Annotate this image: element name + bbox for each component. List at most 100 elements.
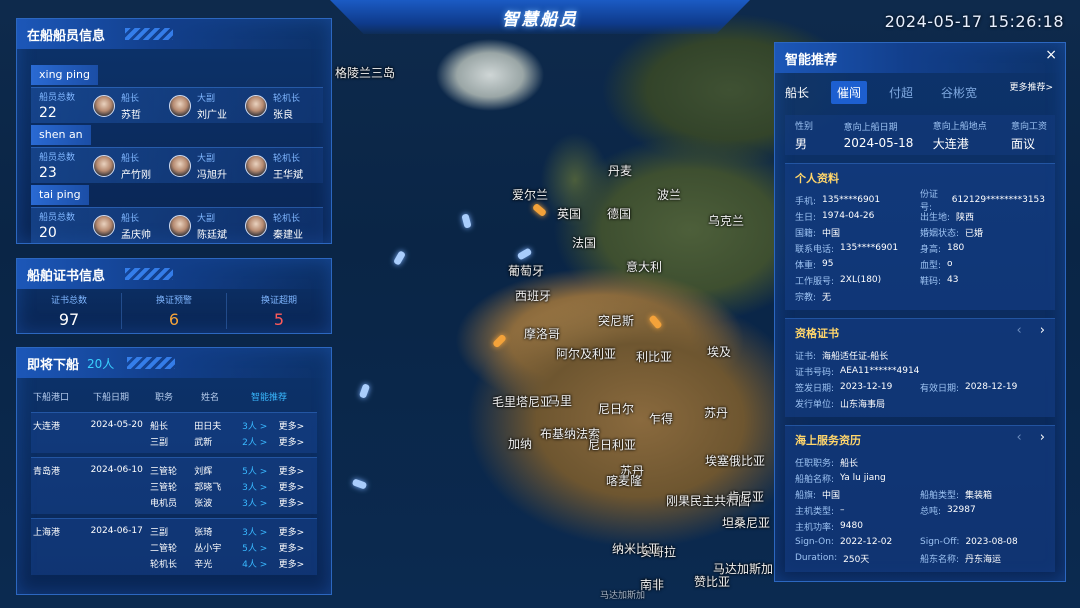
recommend-link[interactable]: 3人 > — [242, 496, 278, 509]
chevron-left-icon[interactable]: ‹ — [1016, 430, 1021, 445]
stat-cert-total[interactable]: 证书总数 97 — [17, 293, 122, 329]
map-label: 摩洛哥 — [524, 327, 561, 341]
recommend-link[interactable]: 5人 > — [242, 541, 278, 554]
cert-field: 有效日期: 2028-12-19 — [920, 382, 1018, 394]
name-cell: 田日夫 — [194, 421, 222, 432]
disembark-group: 大连港 2024-05-20 船长 田日夫 3人 > 更多> 三副 武新 2人 … — [31, 412, 317, 453]
ship-crew-block[interactable]: tai ping 船员总数 20 船长 孟庆帅 大副 陈廷斌 轮机长 秦建业 — [31, 183, 323, 243]
avatar — [93, 214, 115, 237]
more-link[interactable]: 更多> — [279, 541, 317, 554]
tab-candidate[interactable]: 谷彬宽 — [935, 81, 983, 104]
crew-role: 大副 — [197, 153, 216, 164]
tab-candidate[interactable]: 催闯 — [831, 80, 868, 104]
chevron-left-icon[interactable]: ‹ — [1016, 323, 1021, 338]
crew-member[interactable]: 船长 孟庆帅 — [93, 211, 169, 241]
ship-marker[interactable] — [648, 314, 663, 330]
chevron-right-icon[interactable]: › — [1040, 323, 1045, 338]
map-label: 格陵兰三岛 — [335, 66, 396, 80]
crew-role: 轮机长 — [273, 213, 301, 224]
recommend-link[interactable]: 4人 > — [242, 557, 278, 570]
ship-marker[interactable] — [492, 333, 507, 349]
crew-member[interactable]: 轮机长 张良 — [245, 91, 321, 121]
ship-crew-block[interactable]: shen an 船员总数 23 船长 产竹刚 大副 冯旭升 轮机长 王华斌 — [31, 123, 323, 183]
map-label: 尼日利亚 — [588, 438, 637, 452]
ship-crew-row: 船员总数 23 船长 产竹刚 大副 冯旭升 轮机长 王华斌 — [31, 147, 323, 183]
map-label: 阿尔及利亚 — [556, 347, 617, 361]
more-link[interactable]: 更多> — [279, 557, 317, 570]
service-field: Sign-Off: 2023-08-08 — [920, 537, 1018, 547]
intent-label: 性别 — [795, 121, 814, 132]
ship-marker[interactable] — [351, 478, 368, 490]
crew-total-label: 船员总数 — [39, 153, 76, 163]
map-label: 法国 — [572, 236, 597, 250]
crew-member[interactable]: 大副 刘广业 — [169, 91, 245, 121]
role-cell: 二管轮 — [150, 543, 178, 554]
ship-crew-row: 船员总数 20 船长 孟庆帅 大副 陈廷斌 轮机长 秦建业 — [31, 207, 323, 243]
name-cell: 丛小宇 — [194, 543, 222, 554]
crew-name: 刘广业 — [197, 109, 227, 121]
map-label: 爱尔兰 — [512, 188, 549, 202]
stat-renewal-warning[interactable]: 换证预警 6 — [122, 293, 227, 329]
recommend-link[interactable]: 3人 > — [242, 419, 278, 432]
stat-renewal-overdue[interactable]: 换证超期 5 — [227, 293, 331, 329]
crew-member[interactable]: 轮机长 王华斌 — [245, 151, 321, 181]
more-link[interactable]: 更多> — [279, 496, 317, 509]
crew-name: 王华斌 — [273, 169, 303, 181]
crew-name: 秦建业 — [273, 229, 303, 241]
tab-candidate[interactable]: 付超 — [883, 81, 919, 104]
service-field: 船东名称: 丹东海运 — [920, 554, 1002, 565]
ship-marker[interactable] — [358, 383, 371, 399]
ship-marker[interactable] — [516, 247, 533, 261]
ship-marker[interactable] — [531, 202, 548, 218]
profile-field: 出生地: 陕西 — [920, 212, 975, 223]
more-recommend-link[interactable]: 更多推荐> — [1009, 80, 1053, 93]
name-cell: 张琦 — [194, 527, 213, 538]
intent-value: 面议 — [1010, 136, 1035, 151]
recommend-link[interactable]: 5人 > — [242, 464, 278, 477]
column-header: 姓名 — [201, 392, 220, 403]
role-cell: 轮机长 — [150, 559, 178, 570]
crew-role: 船长 — [121, 153, 140, 164]
more-link[interactable]: 更多> — [279, 435, 317, 448]
certificate-panel: 船舶证书信息 证书总数 97 换证预警 6 换证超期 5 — [16, 258, 332, 334]
ship-marker[interactable] — [461, 213, 472, 229]
ship-crew-block[interactable]: xing ping 船员总数 22 船长 苏哲 大副 刘广业 轮机长 张良 — [31, 63, 323, 123]
close-icon[interactable]: × — [1045, 47, 1057, 63]
crew-member[interactable]: 轮机长 秦建业 — [245, 211, 321, 241]
crew-member[interactable]: 大副 陈廷斌 — [169, 211, 245, 241]
more-link[interactable]: 更多> — [279, 525, 317, 538]
more-link[interactable]: 更多> — [279, 480, 317, 493]
more-link[interactable]: 更多> — [279, 464, 317, 477]
map-label: 毛里塔尼亚 — [492, 395, 553, 409]
map-label: 尼日尔 — [598, 402, 635, 416]
ship-marker[interactable] — [392, 250, 407, 266]
crew-member[interactable]: 船长 产竹刚 — [93, 151, 169, 181]
more-link[interactable]: 更多> — [279, 419, 317, 432]
intent-board-date: 意向上船日期 2024-05-18 — [834, 120, 923, 150]
chevron-right-icon[interactable]: › — [1040, 430, 1045, 445]
intent-salary: 意向工资 面议 — [1001, 119, 1055, 152]
column-header: 职务 — [155, 392, 174, 403]
crew-total-label: 船员总数 — [39, 93, 76, 103]
date-cell: 2024-05-20 — [90, 420, 143, 430]
service-field: Duration: 250天 — [795, 553, 870, 565]
crew-member[interactable]: 船长 苏哲 — [93, 91, 169, 121]
profile-field: 工作服号: 2XL(180) — [795, 275, 882, 287]
map-attribution: 马达加斯加 — [600, 591, 646, 601]
map-label: 苏丹 — [704, 406, 729, 420]
certificate-panel-title: 船舶证书信息 — [27, 268, 106, 284]
table-row: 电机员 张波 3人 > 更多> — [31, 494, 317, 510]
app-title: 智慧船员 — [502, 9, 578, 30]
decorative-stripes — [127, 357, 175, 369]
crew-name: 苏哲 — [121, 109, 141, 121]
role-cell: 船长 — [150, 421, 169, 432]
recommend-link[interactable]: 3人 > — [242, 480, 278, 493]
crew-member[interactable]: 大副 冯旭升 — [169, 151, 245, 181]
crew-name: 冯旭升 — [197, 169, 227, 181]
decorative-stripes — [125, 268, 173, 280]
recommend-link[interactable]: 2人 > — [242, 435, 278, 448]
intent-board-port: 意向上船地点 大连港 — [923, 119, 1001, 152]
role-cell: 电机员 — [150, 498, 178, 509]
recommend-link[interactable]: 3人 > — [242, 525, 278, 538]
table-row: 三副 武新 2人 > 更多> — [31, 433, 317, 449]
